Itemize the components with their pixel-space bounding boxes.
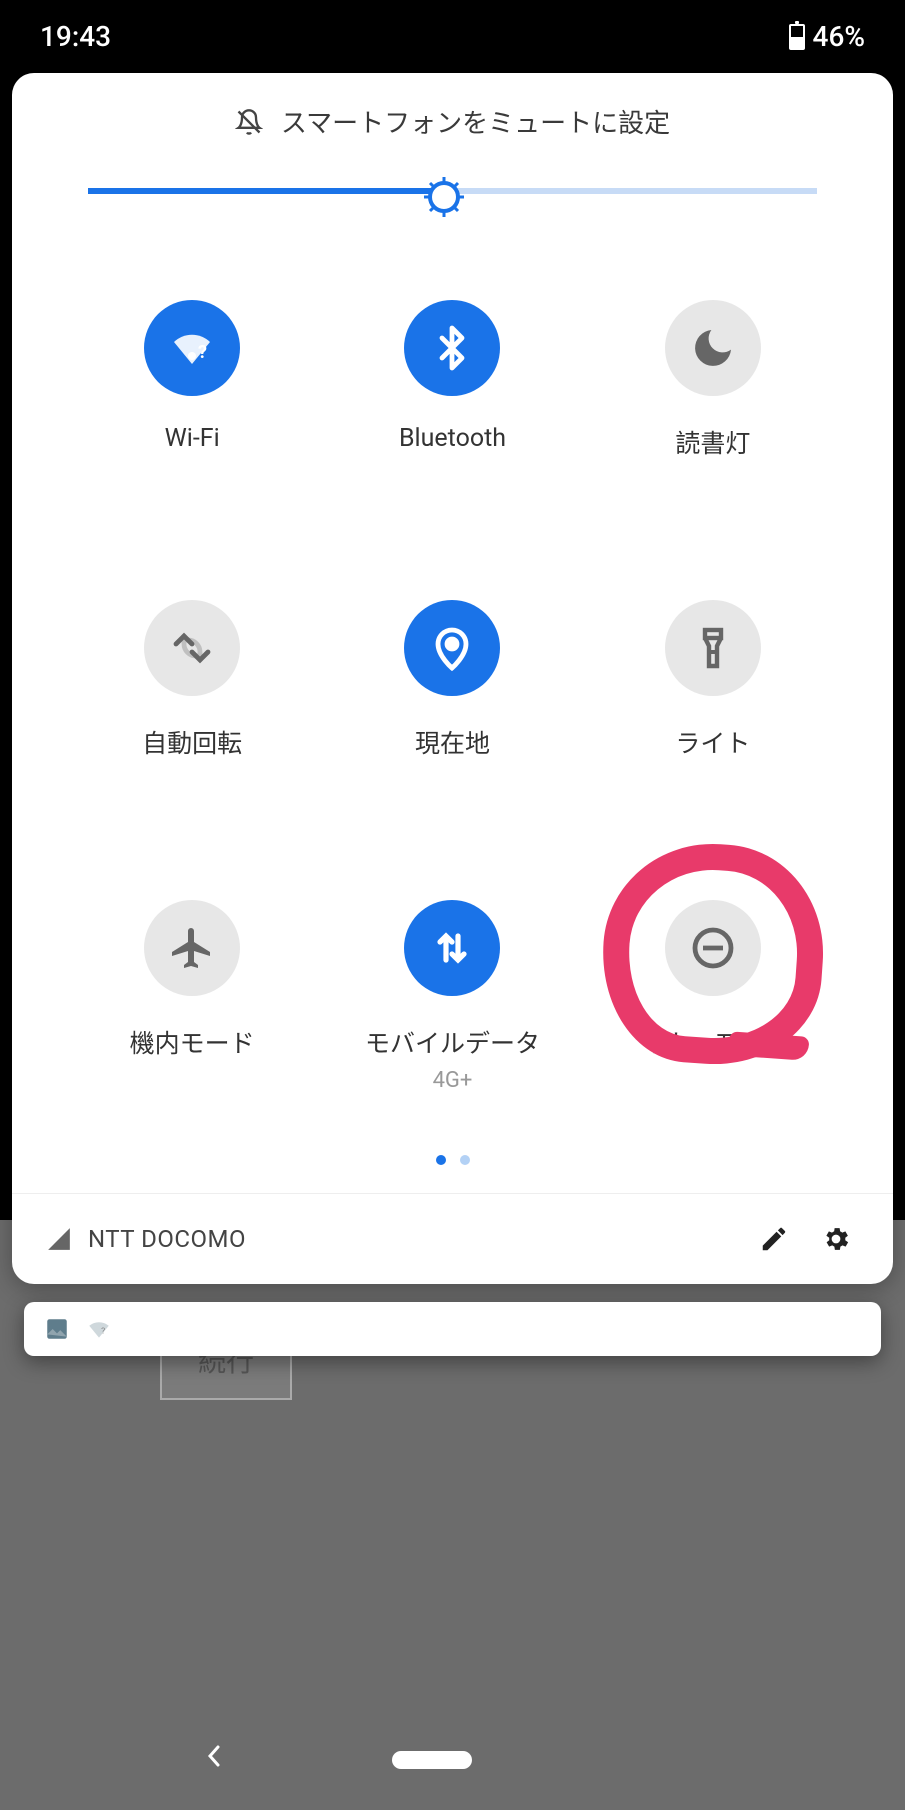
status-battery: 46%	[813, 20, 865, 53]
quick-settings-panel: スマートフォンをミュートに設定 ? Wi-Fi	[12, 73, 893, 1284]
panel-footer: NTT DOCOMO	[12, 1193, 893, 1284]
wifi-weak-icon: ?	[86, 1316, 112, 1342]
rotate-icon	[168, 624, 216, 672]
svg-text:?: ?	[101, 1326, 105, 1336]
tile-flashlight: ライト	[583, 600, 843, 760]
page-dot	[460, 1155, 470, 1165]
tile-label: 機内モード	[130, 1024, 255, 1060]
notification-peek[interactable]: ?	[24, 1302, 881, 1356]
wifi-question-icon: ?	[168, 324, 216, 372]
tile-airplane: 機内モード	[62, 900, 322, 1093]
navigation-bar	[0, 1710, 905, 1810]
brightness-slider[interactable]	[12, 160, 893, 234]
data-arrows-icon	[428, 924, 476, 972]
autorotate-toggle[interactable]	[144, 600, 240, 696]
status-bar: 19:43 46%	[0, 0, 905, 73]
svg-text:?: ?	[198, 342, 207, 363]
location-pin-icon	[428, 624, 476, 672]
settings-button[interactable]	[813, 1216, 859, 1262]
airplane-icon	[168, 924, 216, 972]
tile-label: Bluetooth	[399, 424, 506, 453]
bluetooth-toggle[interactable]	[404, 300, 500, 396]
moon-icon	[689, 324, 737, 372]
page-dot-active	[436, 1155, 446, 1165]
tile-readinglight: 読書灯	[583, 300, 843, 460]
pencil-icon	[759, 1224, 789, 1254]
tile-wifi: ? Wi-Fi	[62, 300, 322, 460]
tile-label: マナーモード	[638, 1024, 788, 1060]
bell-off-icon	[235, 108, 263, 136]
tile-sublabel: 4G+	[433, 1068, 473, 1093]
status-time: 19:43	[40, 20, 111, 53]
bluetooth-icon	[428, 324, 476, 372]
back-button[interactable]	[204, 1741, 224, 1779]
home-pill[interactable]	[392, 1751, 472, 1769]
tile-label: Wi-Fi	[165, 424, 220, 453]
tile-label: モバイルデータ	[365, 1024, 540, 1060]
airplane-toggle[interactable]	[144, 900, 240, 996]
tiles-grid: ? Wi-Fi Bluetooth 読書灯	[12, 234, 893, 1123]
flashlight-toggle[interactable]	[665, 600, 761, 696]
cellular-signal-icon	[46, 1226, 72, 1252]
wifi-toggle[interactable]: ?	[144, 300, 240, 396]
tile-dnd: マナーモード	[583, 900, 843, 1093]
tile-bluetooth: Bluetooth	[322, 300, 582, 460]
tile-location: 現在地	[322, 600, 582, 760]
do-not-disturb-icon	[689, 924, 737, 972]
tile-mobiledata: モバイルデータ 4G+	[322, 900, 582, 1093]
image-icon	[44, 1316, 70, 1342]
dnd-toggle[interactable]	[665, 900, 761, 996]
edit-button[interactable]	[751, 1216, 797, 1262]
tile-label: ライト	[675, 724, 750, 760]
panel-title: スマートフォンをミュートに設定	[281, 103, 670, 140]
battery-icon	[789, 24, 805, 50]
mobiledata-toggle[interactable]	[404, 900, 500, 996]
page-indicator	[12, 1123, 893, 1193]
flashlight-icon	[689, 624, 737, 672]
panel-header[interactable]: スマートフォンをミュートに設定	[12, 73, 893, 160]
location-toggle[interactable]	[404, 600, 500, 696]
tile-label: 自動回転	[142, 724, 242, 760]
brightness-icon	[422, 175, 466, 219]
carrier-label: NTT DOCOMO	[88, 1225, 735, 1253]
readinglight-toggle[interactable]	[665, 300, 761, 396]
gear-icon	[821, 1224, 851, 1254]
tile-label: 現在地	[415, 724, 490, 760]
tile-autorotate: 自動回転	[62, 600, 322, 760]
tile-label: 読書灯	[675, 424, 750, 460]
